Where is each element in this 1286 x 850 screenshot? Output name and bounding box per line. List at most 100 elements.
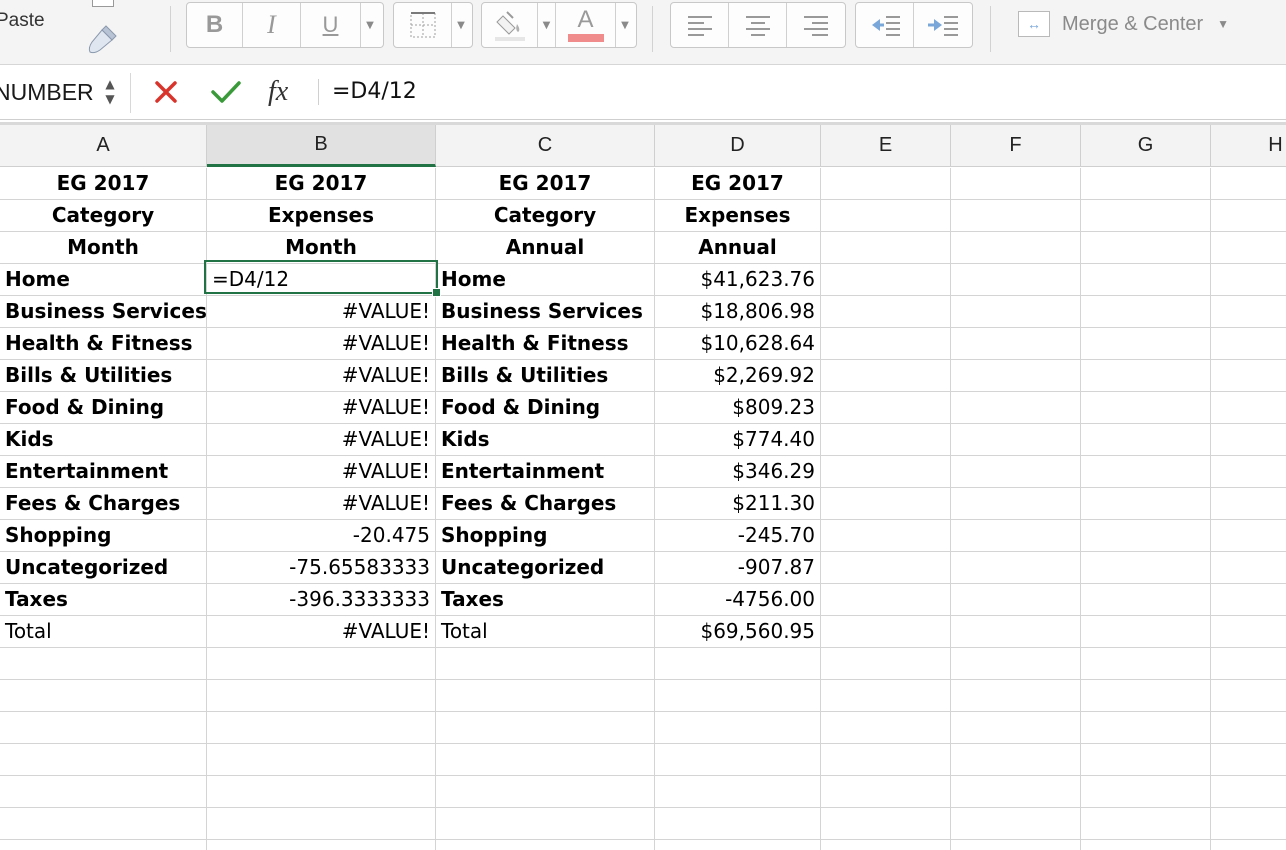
data-cell-c[interactable]: Fees & Charges [436, 488, 655, 520]
data-cell-b[interactable]: #VALUE! [207, 488, 436, 520]
decrease-indent-button[interactable] [856, 3, 914, 47]
grid-cell[interactable] [1211, 328, 1286, 360]
grid-cell[interactable] [1081, 328, 1211, 360]
grid-cell[interactable] [207, 680, 436, 712]
grid-cell[interactable] [821, 392, 951, 424]
grid-cell[interactable] [951, 328, 1081, 360]
data-cell-d[interactable]: -4756.00 [655, 584, 821, 616]
grid-cell[interactable] [821, 680, 951, 712]
column-header-d[interactable]: D [655, 125, 821, 167]
header-cell[interactable]: Category [0, 200, 207, 232]
grid-cell[interactable] [1081, 584, 1211, 616]
grid-cell[interactable] [1211, 584, 1286, 616]
grid-cell[interactable] [0, 648, 207, 680]
data-cell-a[interactable]: Bills & Utilities [0, 360, 207, 392]
grid-cell[interactable] [207, 808, 436, 840]
chevron-down-icon[interactable]: ▼ [105, 92, 114, 107]
header-cell[interactable]: Month [207, 232, 436, 264]
grid-cell[interactable] [821, 808, 951, 840]
grid-cell[interactable] [1081, 520, 1211, 552]
grid-cell[interactable] [951, 712, 1081, 744]
fill-handle[interactable] [432, 288, 441, 297]
header-cell[interactable]: EG 2017 [0, 168, 207, 200]
grid-cell[interactable] [951, 616, 1081, 648]
data-cell-c[interactable]: Business Services [436, 296, 655, 328]
grid-cell[interactable] [951, 648, 1081, 680]
header-cell[interactable]: Expenses [655, 200, 821, 232]
column-header-b[interactable]: B [207, 125, 436, 167]
grid-cell[interactable] [951, 296, 1081, 328]
grid-cell[interactable] [1211, 744, 1286, 776]
grid-cell[interactable] [1081, 552, 1211, 584]
grid-cell[interactable] [1211, 776, 1286, 808]
header-cell[interactable]: Expenses [207, 200, 436, 232]
grid-cell[interactable] [951, 232, 1081, 264]
name-box[interactable]: NUMBER [0, 75, 102, 109]
grid-cell[interactable] [821, 488, 951, 520]
merge-and-center-button[interactable]: ↔ Merge & Center ▼ [1010, 4, 1260, 44]
grid-cell[interactable] [1211, 616, 1286, 648]
grid-cell[interactable] [1081, 808, 1211, 840]
grid-cell[interactable] [821, 168, 951, 200]
grid-cell[interactable] [1211, 680, 1286, 712]
grid-cell[interactable] [436, 840, 655, 850]
font-color-button[interactable]: A [556, 3, 616, 47]
grid-cell[interactable] [821, 232, 951, 264]
grid-cell[interactable] [821, 584, 951, 616]
grid-cell[interactable] [655, 712, 821, 744]
merge-dropdown-arrow[interactable]: ▼ [1217, 17, 1229, 31]
header-cell[interactable]: Month [0, 232, 207, 264]
grid-cell[interactable] [1081, 840, 1211, 850]
grid-cell[interactable] [951, 840, 1081, 850]
data-cell-d[interactable]: -245.70 [655, 520, 821, 552]
total-cell-b[interactable]: #VALUE! [207, 616, 436, 648]
grid-cell[interactable] [655, 776, 821, 808]
grid-cell[interactable] [1211, 712, 1286, 744]
grid-cell[interactable] [1081, 712, 1211, 744]
grid-cell[interactable] [1081, 392, 1211, 424]
data-cell-b[interactable]: #VALUE! [207, 360, 436, 392]
grid-cell[interactable] [821, 712, 951, 744]
active-cell[interactable]: =D4/12 [207, 264, 436, 296]
grid-cell[interactable] [1081, 360, 1211, 392]
data-cell-d[interactable]: -907.87 [655, 552, 821, 584]
grid-cell[interactable] [436, 680, 655, 712]
data-cell-d[interactable]: $774.40 [655, 424, 821, 456]
total-cell-d[interactable]: $69,560.95 [655, 616, 821, 648]
data-cell-d[interactable]: $211.30 [655, 488, 821, 520]
data-cell-a[interactable]: Shopping [0, 520, 207, 552]
grid-cell[interactable] [436, 744, 655, 776]
data-cell-a[interactable]: Food & Dining [0, 392, 207, 424]
grid-cell[interactable] [0, 808, 207, 840]
paste-button[interactable]: Paste [0, 10, 45, 32]
grid-cell[interactable] [1081, 200, 1211, 232]
grid-cell[interactable] [1211, 232, 1286, 264]
data-cell-c[interactable]: Taxes [436, 584, 655, 616]
grid-cell[interactable] [951, 520, 1081, 552]
data-cell-b[interactable]: #VALUE! [207, 296, 436, 328]
column-header-a[interactable]: A [0, 125, 207, 167]
grid-cell[interactable] [207, 648, 436, 680]
grid-cell[interactable] [1081, 296, 1211, 328]
data-cell-b[interactable]: #VALUE! [207, 424, 436, 456]
grid-cell[interactable] [951, 360, 1081, 392]
format-painter-icon[interactable] [86, 22, 120, 56]
grid-cell[interactable] [821, 264, 951, 296]
data-cell-a[interactable]: Taxes [0, 584, 207, 616]
total-cell-c[interactable]: Total [436, 616, 655, 648]
grid-cell[interactable] [207, 744, 436, 776]
borders-button[interactable] [394, 3, 452, 47]
data-cell-d[interactable]: $809.23 [655, 392, 821, 424]
grid-cell[interactable] [1081, 648, 1211, 680]
grid-cell[interactable] [1211, 840, 1286, 850]
grid-cell[interactable] [1081, 168, 1211, 200]
data-cell-a[interactable]: Health & Fitness [0, 328, 207, 360]
grid-cell[interactable] [207, 840, 436, 850]
data-cell-d[interactable]: $346.29 [655, 456, 821, 488]
align-right-button[interactable] [787, 3, 845, 47]
grid-cell[interactable] [821, 776, 951, 808]
grid-cell[interactable] [207, 776, 436, 808]
data-cell-c[interactable]: Kids [436, 424, 655, 456]
grid-cell[interactable] [951, 488, 1081, 520]
total-cell-a[interactable]: Total [0, 616, 207, 648]
